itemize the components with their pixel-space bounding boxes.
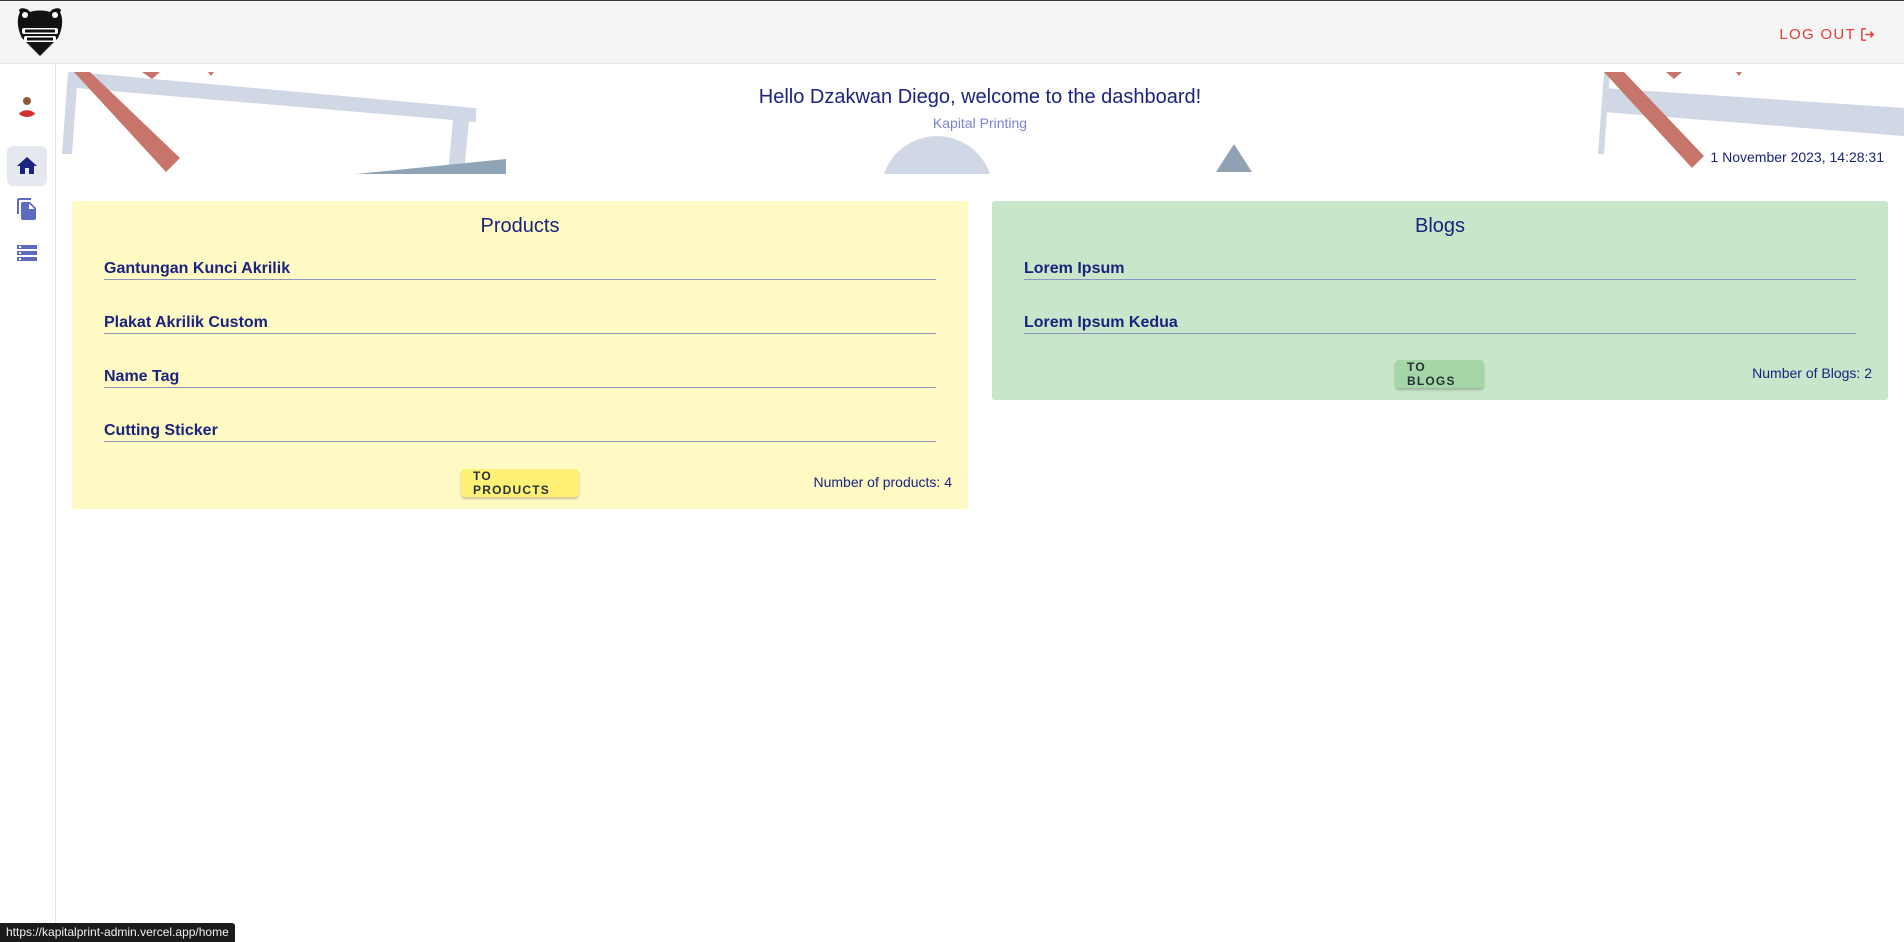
home-icon [17, 157, 37, 174]
top-app-bar: LOG OUT [0, 0, 1904, 64]
blog-item[interactable]: Lorem Ipsum Kedua [1024, 314, 1856, 334]
side-navigation [0, 64, 56, 942]
product-item[interactable]: Cutting Sticker [104, 422, 936, 442]
products-count: Number of products: 4 [813, 474, 952, 490]
product-item[interactable]: Plakat Akrilik Custom [104, 314, 936, 334]
products-card: Products Gantungan Kunci Akrilik Plakat … [72, 201, 968, 509]
blog-item[interactable]: Lorem Ipsum [1024, 260, 1856, 280]
current-datetime: 1 November 2023, 14:28:31 [1710, 149, 1884, 165]
product-item[interactable]: Gantungan Kunci Akrilik [104, 260, 936, 280]
to-products-button[interactable]: TO PRODUCTS [461, 469, 579, 497]
blogs-card: Blogs Lorem Ipsum Lorem Ipsum Kedua TO B… [992, 201, 1888, 400]
to-blogs-button[interactable]: TO BLOGS [1395, 360, 1484, 388]
sidebar-item-products[interactable] [7, 233, 47, 273]
blogs-title: Blogs [1414, 215, 1466, 237]
user-avatar[interactable] [15, 93, 39, 117]
logout-label: LOG OUT [1779, 25, 1856, 43]
blogs-count: Number of Blogs: 2 [1752, 365, 1872, 381]
logout-button[interactable]: LOG OUT [1779, 23, 1876, 45]
welcome-heading: Hello Dzakwan Diego, welcome to the dash… [758, 86, 1202, 108]
document-icon [17, 198, 36, 220]
product-item[interactable]: Name Tag [104, 368, 936, 388]
kapital-printing-logo[interactable] [14, 6, 66, 60]
logout-icon [1861, 27, 1875, 41]
welcome-banner: Hello Dzakwan Diego, welcome to the dash… [56, 64, 1904, 174]
sidebar-item-home[interactable] [7, 146, 47, 186]
company-subtitle: Kapital Printing [932, 115, 1028, 131]
sidebar-item-blogs[interactable] [7, 189, 47, 229]
storage-icon [17, 245, 37, 261]
products-title: Products [480, 215, 560, 237]
link-status-bar: https://kapitalprint-admin.vercel.app/ho… [0, 923, 235, 942]
